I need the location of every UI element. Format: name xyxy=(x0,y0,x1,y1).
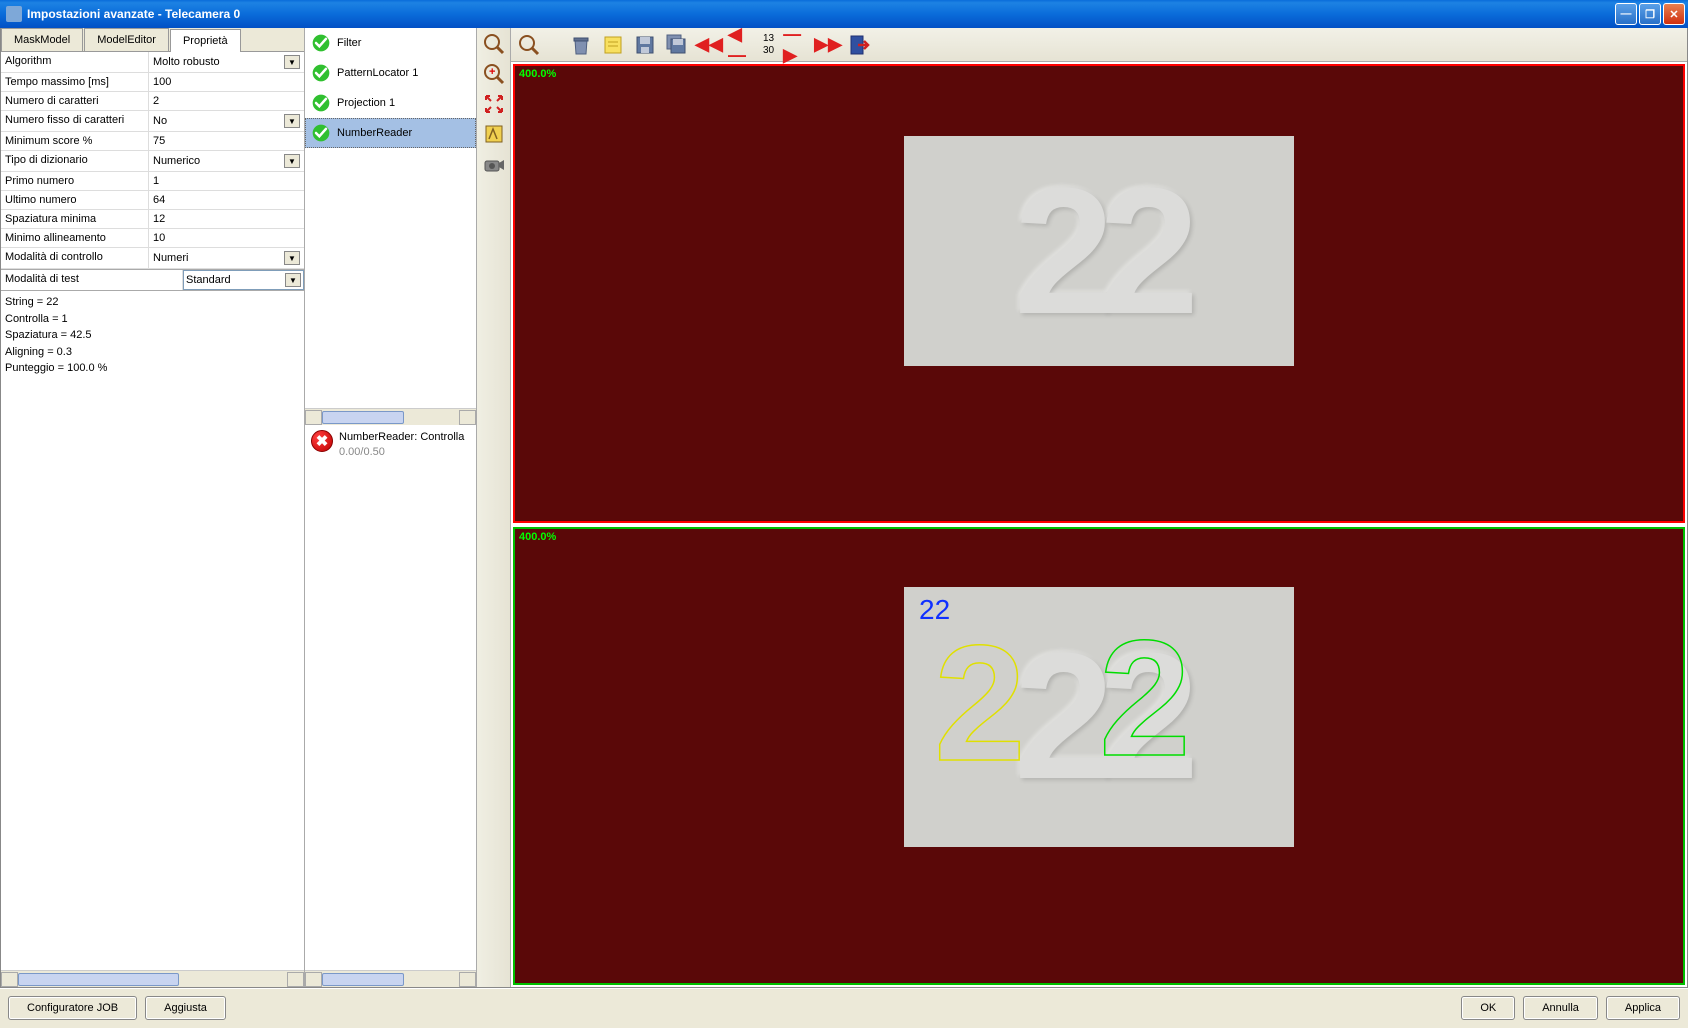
horizontal-toolbar: ◀◀ ◀— 13 30 —▶ ▶▶ xyxy=(511,28,1687,62)
prop-label: Minimo allineamento xyxy=(1,229,149,248)
trash-icon[interactable] xyxy=(567,31,595,59)
check-ok-icon xyxy=(311,33,331,53)
left-h-scrollbar[interactable] xyxy=(1,970,304,987)
viewport-top[interactable]: 400.0% 22 xyxy=(513,64,1685,523)
app-icon xyxy=(6,6,22,22)
chevron-down-icon: ▼ xyxy=(285,273,301,287)
prop-label: Numero di caratteri xyxy=(1,92,149,111)
property-grid: AlgorithmMolto robusto▼Tempo massimo [ms… xyxy=(1,52,304,270)
cancel-button[interactable]: Annulla xyxy=(1523,996,1598,1020)
prop-value[interactable]: 1 xyxy=(149,172,304,191)
pipeline-label: PatternLocator 1 xyxy=(337,67,418,79)
zoom-label-top: 400.0% xyxy=(519,68,556,80)
detection-label: 22 xyxy=(919,594,950,626)
pipeline-step[interactable]: PatternLocator 1 xyxy=(305,58,476,88)
edit-tool-icon[interactable] xyxy=(479,120,509,148)
prop-label: Numero fisso di caratteri xyxy=(1,111,149,132)
minimize-button[interactable]: — xyxy=(1615,3,1637,25)
pipeline-step[interactable]: Projection 1 xyxy=(305,88,476,118)
pipeline-label: Filter xyxy=(337,37,361,49)
middle-h-scrollbar[interactable] xyxy=(305,970,476,987)
prop-label: Tipo di dizionario xyxy=(1,151,149,172)
prop-value[interactable]: 64 xyxy=(149,191,304,210)
save-icon[interactable] xyxy=(631,31,659,59)
test-mode-select[interactable]: Standard ▼ xyxy=(183,270,304,290)
frame-counter: 13 30 xyxy=(759,33,778,57)
check-ok-icon xyxy=(311,93,331,113)
pipeline-step[interactable]: NumberReader xyxy=(305,118,476,148)
zoom-label-bottom: 400.0% xyxy=(519,531,556,543)
contour-green: 2 xyxy=(1099,604,1191,793)
prop-value[interactable]: Numeri▼ xyxy=(149,248,304,269)
tab-maskmodel[interactable]: MaskModel xyxy=(1,28,83,51)
prop-label: Ultimo numero xyxy=(1,191,149,210)
chevron-down-icon: ▼ xyxy=(284,55,300,69)
zoom-tool-icon[interactable] xyxy=(515,31,543,59)
pipeline-panel: Filter PatternLocator 1 Projection 1 Number… xyxy=(305,28,477,987)
zoom-in-icon[interactable]: + xyxy=(479,60,509,88)
prop-label: Primo numero xyxy=(1,172,149,191)
prop-label: Minimum score % xyxy=(1,132,149,151)
error-title: NumberReader: Controlla xyxy=(339,430,464,445)
maximize-button[interactable]: ❐ xyxy=(1639,3,1661,25)
prop-value[interactable]: 12 xyxy=(149,210,304,229)
note-icon[interactable] xyxy=(599,31,627,59)
prop-value[interactable]: Molto robusto▼ xyxy=(149,52,304,73)
job-config-button[interactable]: Configuratore JOB xyxy=(8,996,137,1020)
error-subtitle: 0.00/0.50 xyxy=(339,445,464,460)
results-output: String = 22 Controlla = 1 Spaziatura = 4… xyxy=(1,291,304,970)
chevron-down-icon: ▼ xyxy=(284,154,300,168)
exit-icon[interactable] xyxy=(846,31,874,59)
prop-value[interactable]: 2 xyxy=(149,92,304,111)
contour-yellow: 2 xyxy=(934,609,1026,798)
next-button[interactable]: —▶ xyxy=(782,31,810,59)
error-icon: ✖ xyxy=(311,430,333,452)
bottom-bar: Configuratore JOB Aggiusta OK Annulla Ap… xyxy=(0,988,1688,1026)
check-ok-icon xyxy=(311,63,331,83)
prop-value[interactable]: 10 xyxy=(149,229,304,248)
image-panel: + ◀◀ ◀— 13 30 —▶ ▶▶ xyxy=(477,28,1687,987)
tab-properties[interactable]: Proprietà xyxy=(170,29,241,52)
prop-label: Modalità di controllo xyxy=(1,248,149,269)
vertical-toolbar: + xyxy=(477,28,511,987)
apply-button[interactable]: Applica xyxy=(1606,996,1680,1020)
prop-label: Tempo massimo [ms] xyxy=(1,73,149,92)
check-ok-icon xyxy=(311,123,331,143)
pipeline-label: Projection 1 xyxy=(337,97,395,109)
prop-label: Spaziatura minima xyxy=(1,210,149,229)
save-all-icon[interactable] xyxy=(663,31,691,59)
test-mode-label: Modalità di test xyxy=(1,270,183,290)
pipeline-label: NumberReader xyxy=(337,127,412,139)
last-button[interactable]: ▶▶ xyxy=(814,31,842,59)
ok-button[interactable]: OK xyxy=(1461,996,1515,1020)
prop-value[interactable]: No▼ xyxy=(149,111,304,132)
tab-modeleditor[interactable]: ModelEditor xyxy=(84,28,169,51)
viewport-bottom[interactable]: 400.0% 22 22 2 2 xyxy=(513,527,1685,986)
zoom-icon[interactable] xyxy=(479,30,509,58)
error-item: ✖ NumberReader: Controlla 0.00/0.50 xyxy=(305,425,476,466)
close-button[interactable]: ✕ xyxy=(1663,3,1685,25)
prop-value[interactable]: 100 xyxy=(149,73,304,92)
source-image: 22 xyxy=(904,136,1294,366)
chevron-down-icon: ▼ xyxy=(284,114,300,128)
adjust-button[interactable]: Aggiusta xyxy=(145,996,226,1020)
tree-h-scrollbar[interactable] xyxy=(305,408,476,425)
pipeline-step[interactable]: Filter xyxy=(305,28,476,58)
prev-button[interactable]: ◀— xyxy=(727,31,755,59)
chevron-down-icon: ▼ xyxy=(284,251,300,265)
prop-value[interactable]: Numerico▼ xyxy=(149,151,304,172)
window-title: Impostazioni avanzate - Telecamera 0 xyxy=(27,7,240,21)
camera-icon[interactable] xyxy=(479,150,509,178)
zoom-fit-icon[interactable] xyxy=(479,90,509,118)
prop-value[interactable]: 75 xyxy=(149,132,304,151)
svg-text:+: + xyxy=(489,66,495,78)
properties-panel: MaskModel ModelEditor Proprietà Algorith… xyxy=(1,28,305,987)
prop-label: Algorithm xyxy=(1,52,149,73)
titlebar: Impostazioni avanzate - Telecamera 0 — ❐… xyxy=(0,0,1688,28)
first-button[interactable]: ◀◀ xyxy=(695,31,723,59)
